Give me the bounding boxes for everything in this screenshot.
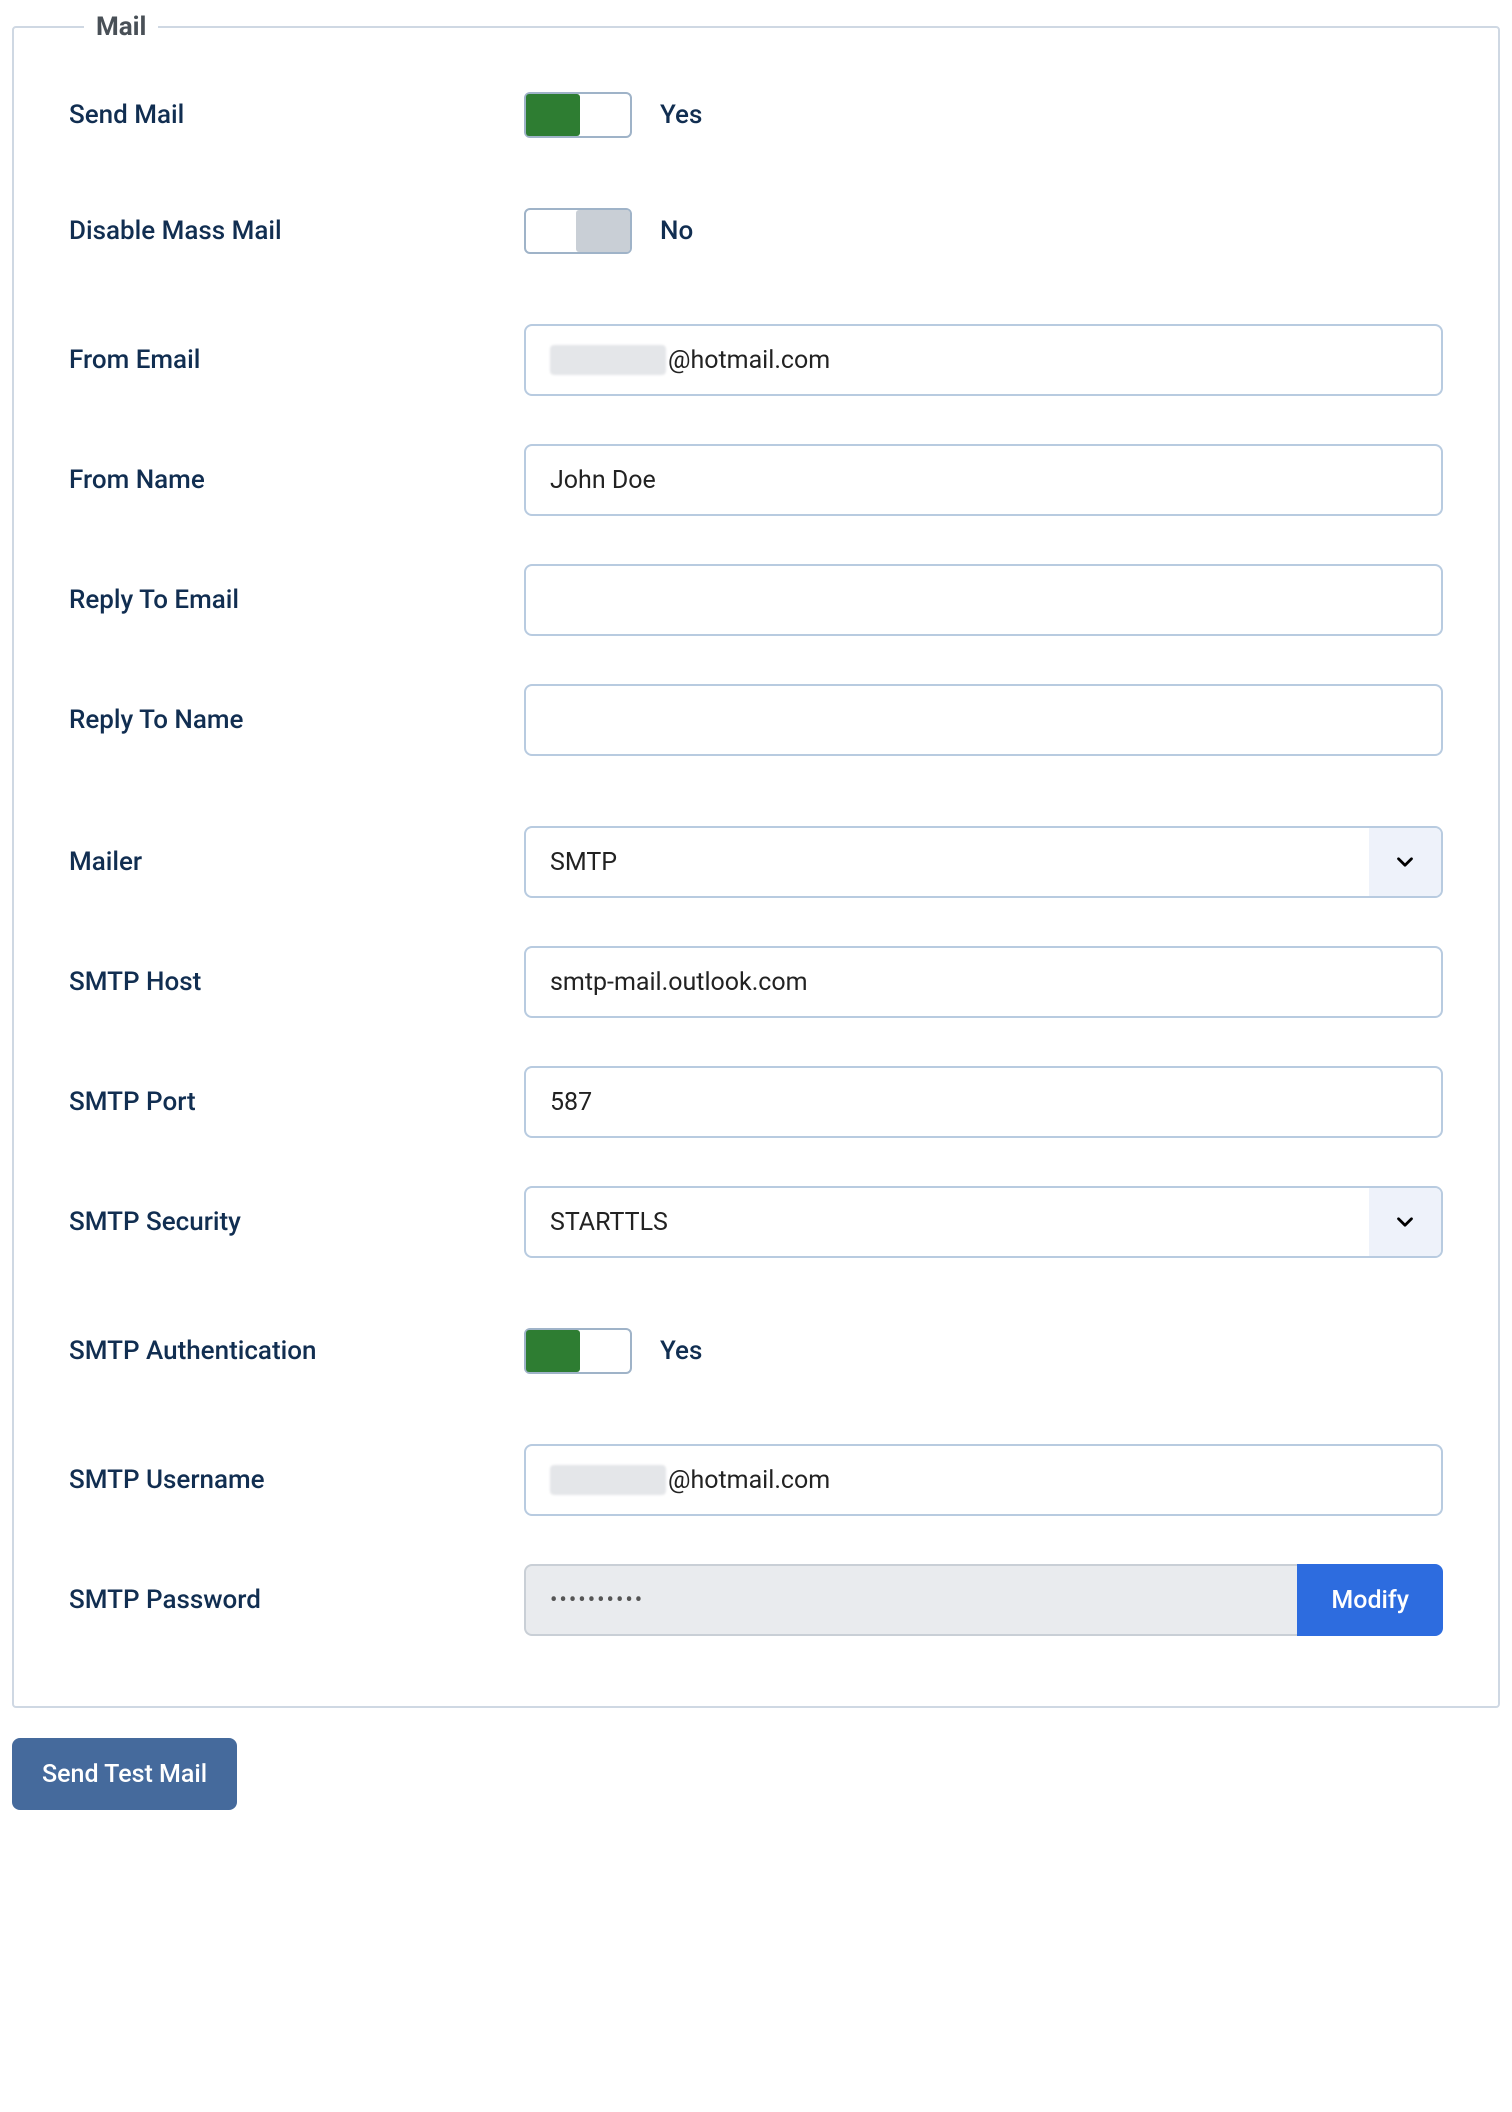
toggle-track bbox=[524, 208, 632, 254]
label-smtp-host: SMTP Host bbox=[69, 967, 524, 997]
fieldset-legend: Mail bbox=[84, 12, 158, 42]
smtp-username-field[interactable]: @hotmail.com bbox=[524, 1444, 1443, 1516]
mailer-selected-value: SMTP bbox=[524, 826, 1443, 898]
label-smtp-auth: SMTP Authentication bbox=[69, 1336, 524, 1366]
label-smtp-username: SMTP Username bbox=[69, 1465, 524, 1495]
row-disable-mass-mail: Disable Mass Mail No bbox=[14, 208, 1498, 254]
label-reply-to-email: Reply To Email bbox=[69, 585, 524, 615]
toggle-value-disable-mass-mail: No bbox=[660, 216, 693, 246]
row-smtp-security: SMTP Security STARTTLS bbox=[14, 1186, 1498, 1258]
label-smtp-password: SMTP Password bbox=[69, 1585, 524, 1615]
row-from-name: From Name bbox=[14, 444, 1498, 516]
redacted-segment bbox=[550, 345, 666, 375]
row-reply-to-name: Reply To Name bbox=[14, 684, 1498, 756]
toggle-send-mail[interactable]: Yes bbox=[524, 92, 702, 138]
smtp-username-suffix: @hotmail.com bbox=[668, 1466, 830, 1495]
toggle-track bbox=[524, 92, 632, 138]
label-disable-mass-mail: Disable Mass Mail bbox=[69, 216, 524, 246]
label-send-mail: Send Mail bbox=[69, 100, 524, 130]
reply-to-email-field[interactable] bbox=[524, 564, 1443, 636]
from-email-field[interactable]: @hotmail.com bbox=[524, 324, 1443, 396]
row-send-mail: Send Mail Yes bbox=[14, 92, 1498, 138]
row-smtp-host: SMTP Host bbox=[14, 946, 1498, 1018]
row-smtp-username: SMTP Username @hotmail.com bbox=[14, 1444, 1498, 1516]
row-smtp-port: SMTP Port bbox=[14, 1066, 1498, 1138]
mail-fieldset: Mail Send Mail Yes Disable Mass Mail No bbox=[12, 12, 1500, 1708]
toggle-smtp-auth[interactable]: Yes bbox=[524, 1328, 702, 1374]
toggle-knob bbox=[526, 1330, 580, 1372]
toggle-track bbox=[524, 1328, 632, 1374]
smtp-security-selected-value: STARTTLS bbox=[524, 1186, 1443, 1258]
label-smtp-security: SMTP Security bbox=[69, 1207, 524, 1237]
action-bar: Send Test Mail bbox=[12, 1738, 1500, 1810]
label-from-email: From Email bbox=[69, 345, 524, 375]
row-smtp-auth: SMTP Authentication Yes bbox=[14, 1328, 1498, 1374]
label-mailer: Mailer bbox=[69, 847, 524, 877]
row-reply-to-email: Reply To Email bbox=[14, 564, 1498, 636]
label-from-name: From Name bbox=[69, 465, 524, 495]
smtp-host-field[interactable] bbox=[524, 946, 1443, 1018]
toggle-value-send-mail: Yes bbox=[660, 100, 702, 130]
row-mailer: Mailer SMTP bbox=[14, 826, 1498, 898]
send-test-mail-button[interactable]: Send Test Mail bbox=[12, 1738, 237, 1810]
smtp-password-field[interactable] bbox=[524, 1564, 1297, 1636]
row-smtp-password: SMTP Password Modify bbox=[14, 1564, 1498, 1636]
row-from-email: From Email @hotmail.com bbox=[14, 324, 1498, 396]
toggle-knob bbox=[526, 94, 580, 136]
label-reply-to-name: Reply To Name bbox=[69, 705, 524, 735]
redacted-segment bbox=[550, 1465, 666, 1495]
label-smtp-port: SMTP Port bbox=[69, 1087, 524, 1117]
mailer-select[interactable]: SMTP bbox=[524, 826, 1443, 898]
smtp-port-field[interactable] bbox=[524, 1066, 1443, 1138]
toggle-disable-mass-mail[interactable]: No bbox=[524, 208, 693, 254]
from-name-field[interactable] bbox=[524, 444, 1443, 516]
smtp-security-select[interactable]: STARTTLS bbox=[524, 1186, 1443, 1258]
reply-to-name-field[interactable] bbox=[524, 684, 1443, 756]
from-email-suffix: @hotmail.com bbox=[668, 346, 830, 375]
modify-button[interactable]: Modify bbox=[1297, 1564, 1443, 1636]
toggle-value-smtp-auth: Yes bbox=[660, 1336, 702, 1366]
toggle-knob bbox=[576, 210, 630, 252]
